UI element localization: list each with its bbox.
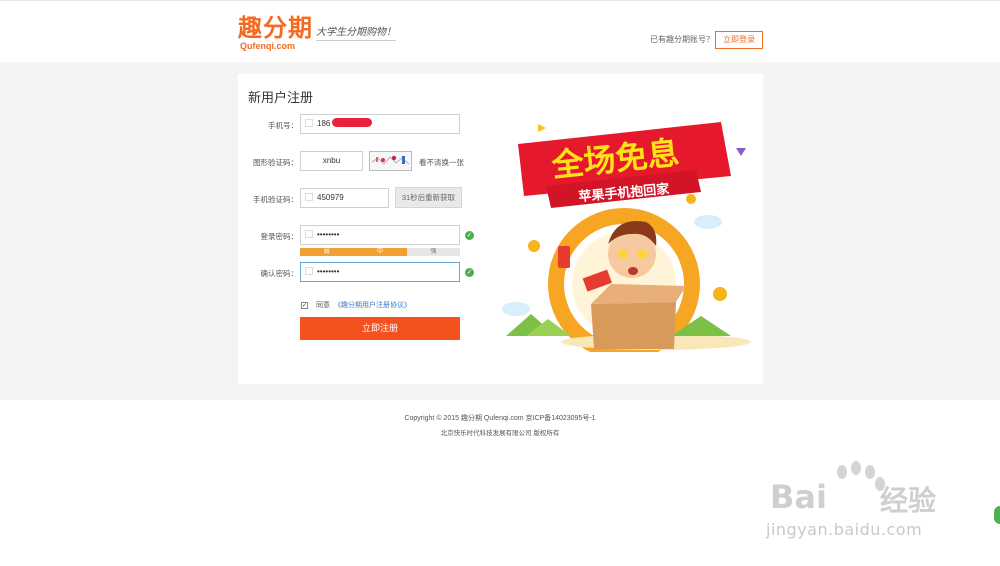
logo-text: 趣分期 (238, 14, 313, 42)
side-float-button[interactable] (994, 506, 1000, 524)
captcha-refresh-link[interactable]: 看不清换一张 (419, 157, 464, 168)
sms-value: 450979 (317, 193, 344, 202)
strength-weak: 弱 (300, 248, 354, 256)
confirm-field-icon (305, 266, 313, 275)
password-value: •••••••• (317, 230, 340, 239)
promo-banner[interactable]: 全场免息 苹果手机抱回家 (496, 104, 756, 360)
password-input[interactable]: •••••••• (300, 225, 460, 245)
footer-copyright: Copyright © 2015 趣分期 Qufenqi.com 京ICP备14… (404, 415, 596, 422)
watermark-brand-cn: 经验 (880, 484, 937, 517)
strength-strong: 强 (406, 248, 460, 256)
password-ok-icon: ✓ (465, 231, 474, 240)
logo-domain: Qufenqi.com (240, 41, 296, 51)
redaction-mark (332, 118, 373, 128)
agreement-link[interactable]: 《趣分期用户注册协议》 (334, 302, 411, 309)
site-logo[interactable]: 趣分期 Qufenqi.com (238, 15, 313, 51)
sms-field-icon (305, 192, 313, 201)
agree-text: 同意 《趣分期用户注册协议》 (316, 300, 411, 310)
resend-sms-button[interactable]: 31秒后重新获取 (395, 187, 462, 208)
sms-label: 手机验证码： (253, 195, 298, 204)
watermark-brand: Bai (770, 478, 827, 516)
watermark-url: jingyan.baidu.com (766, 520, 923, 539)
phone-value: 186 (317, 119, 331, 128)
password-field-icon (305, 229, 313, 238)
site-header: 趣分期 Qufenqi.com 大学生分期购物！ 已有趣分期账号？ 立即登录 (0, 0, 1000, 62)
password-strength-meter: 弱 中 强 (300, 248, 460, 256)
register-submit-button[interactable]: 立即注册 (300, 317, 460, 340)
phone-field-icon (305, 118, 313, 127)
confirm-value: •••••••• (317, 267, 340, 276)
has-account-text: 已有趣分期账号？ (650, 35, 714, 44)
captcha-input[interactable]: xnbu (300, 151, 363, 171)
agree-label: 同意 (316, 302, 330, 309)
password-label: 登录密码： (260, 232, 299, 241)
confirm-ok-icon: ✓ (465, 268, 474, 277)
captcha-label: 图形验证码： (253, 158, 298, 167)
agree-checkbox[interactable]: ✓ (301, 302, 308, 309)
site-slogan: 大学生分期购物！ (316, 23, 396, 41)
strength-medium: 中 (353, 248, 407, 256)
phone-label: 手机号： (268, 121, 298, 130)
sms-input[interactable]: 450979 (300, 188, 389, 208)
phone-input[interactable]: 186 (300, 114, 460, 134)
footer-company: 北京快乐时代科技发展有限公司 版权所有 (440, 430, 560, 437)
confirm-password-label: 确认密码： (260, 269, 299, 278)
register-card: 新用户注册 手机号： 186 图形验证码： xnbu 看不清换一张 手机验证码：… (238, 74, 763, 384)
captcha-image[interactable] (369, 151, 412, 171)
confirm-password-input[interactable]: •••••••• (300, 262, 460, 282)
login-button[interactable]: 立即登录 (715, 31, 763, 49)
page-title: 新用户注册 (248, 91, 314, 106)
